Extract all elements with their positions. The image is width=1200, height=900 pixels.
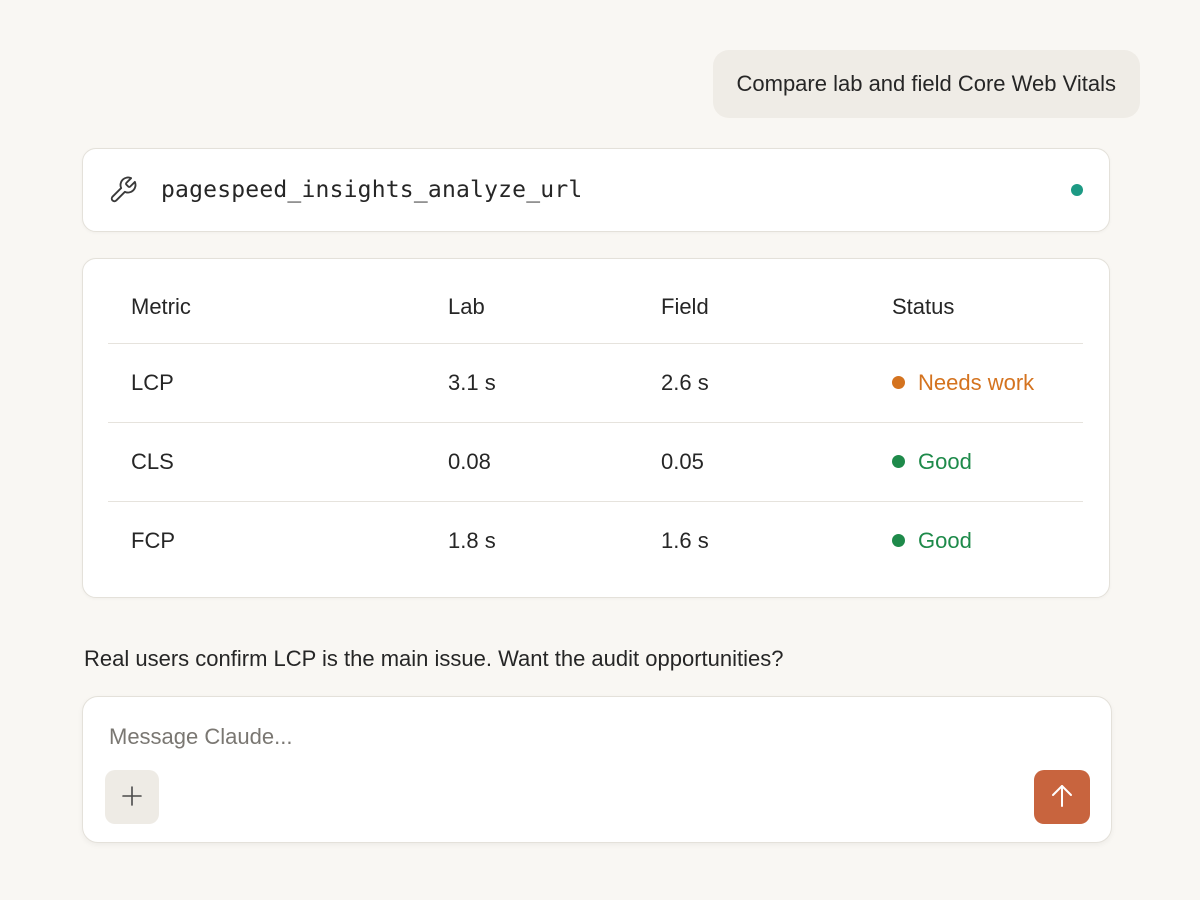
results-table-card: Metric Lab Field Status LCP 3.1 s 2.6 s … <box>82 258 1110 598</box>
tool-status-dot <box>1071 184 1083 196</box>
metrics-table: Metric Lab Field Status LCP 3.1 s 2.6 s … <box>108 271 1083 580</box>
field-cell: 2.6 s <box>638 343 869 423</box>
metric-cell: FCP <box>131 527 175 553</box>
status-dot <box>892 534 905 547</box>
assistant-message: Real users confirm LCP is the main issue… <box>84 646 784 671</box>
status-label: Good <box>918 448 972 474</box>
tool-call-card[interactable]: pagespeed_insights_analyze_url <box>82 148 1110 232</box>
status-dot <box>892 376 905 389</box>
header-lab: Lab <box>425 271 638 344</box>
lab-cell: 0.08 <box>425 422 638 502</box>
table-row: CLS 0.08 0.05 Good <box>108 422 1083 502</box>
user-message-bubble: Compare lab and field Core Web Vitals <box>712 50 1140 118</box>
user-message-text: Compare lab and field Core Web Vitals <box>736 71 1117 96</box>
lab-cell: 1.8 s <box>448 527 496 553</box>
status-cell: Good <box>869 501 1083 580</box>
add-attachment-button[interactable] <box>105 770 159 824</box>
tool-name: pagespeed_insights_analyze_url <box>161 177 583 203</box>
status-cell: Needs work <box>869 343 1083 423</box>
lab-cell: 3.1 s <box>425 343 638 423</box>
status-label: Needs work <box>918 369 1035 395</box>
arrow-up-icon <box>1050 783 1074 812</box>
field-cell: 1.6 s <box>661 527 709 553</box>
header-metric: Metric <box>108 271 425 344</box>
status-label: Good <box>918 527 972 553</box>
table-row: FCP 1.8 s 1.6 s Good <box>108 501 1083 580</box>
status-dot <box>892 455 905 468</box>
message-composer <box>82 696 1112 843</box>
table-row: LCP 3.1 s 2.6 s Needs work <box>108 343 1083 423</box>
wrench-icon <box>107 174 139 206</box>
status-cell: Good <box>869 422 1083 502</box>
plus-icon <box>120 784 144 811</box>
field-cell: 0.05 <box>638 422 869 502</box>
header-field: Field <box>638 271 869 344</box>
metric-cell: LCP <box>108 343 425 423</box>
message-input[interactable] <box>109 721 1009 753</box>
send-button[interactable] <box>1034 770 1090 824</box>
header-status: Status <box>869 271 1083 344</box>
metric-cell: CLS <box>108 422 425 502</box>
table-header-row: Metric Lab Field Status <box>108 271 1083 344</box>
